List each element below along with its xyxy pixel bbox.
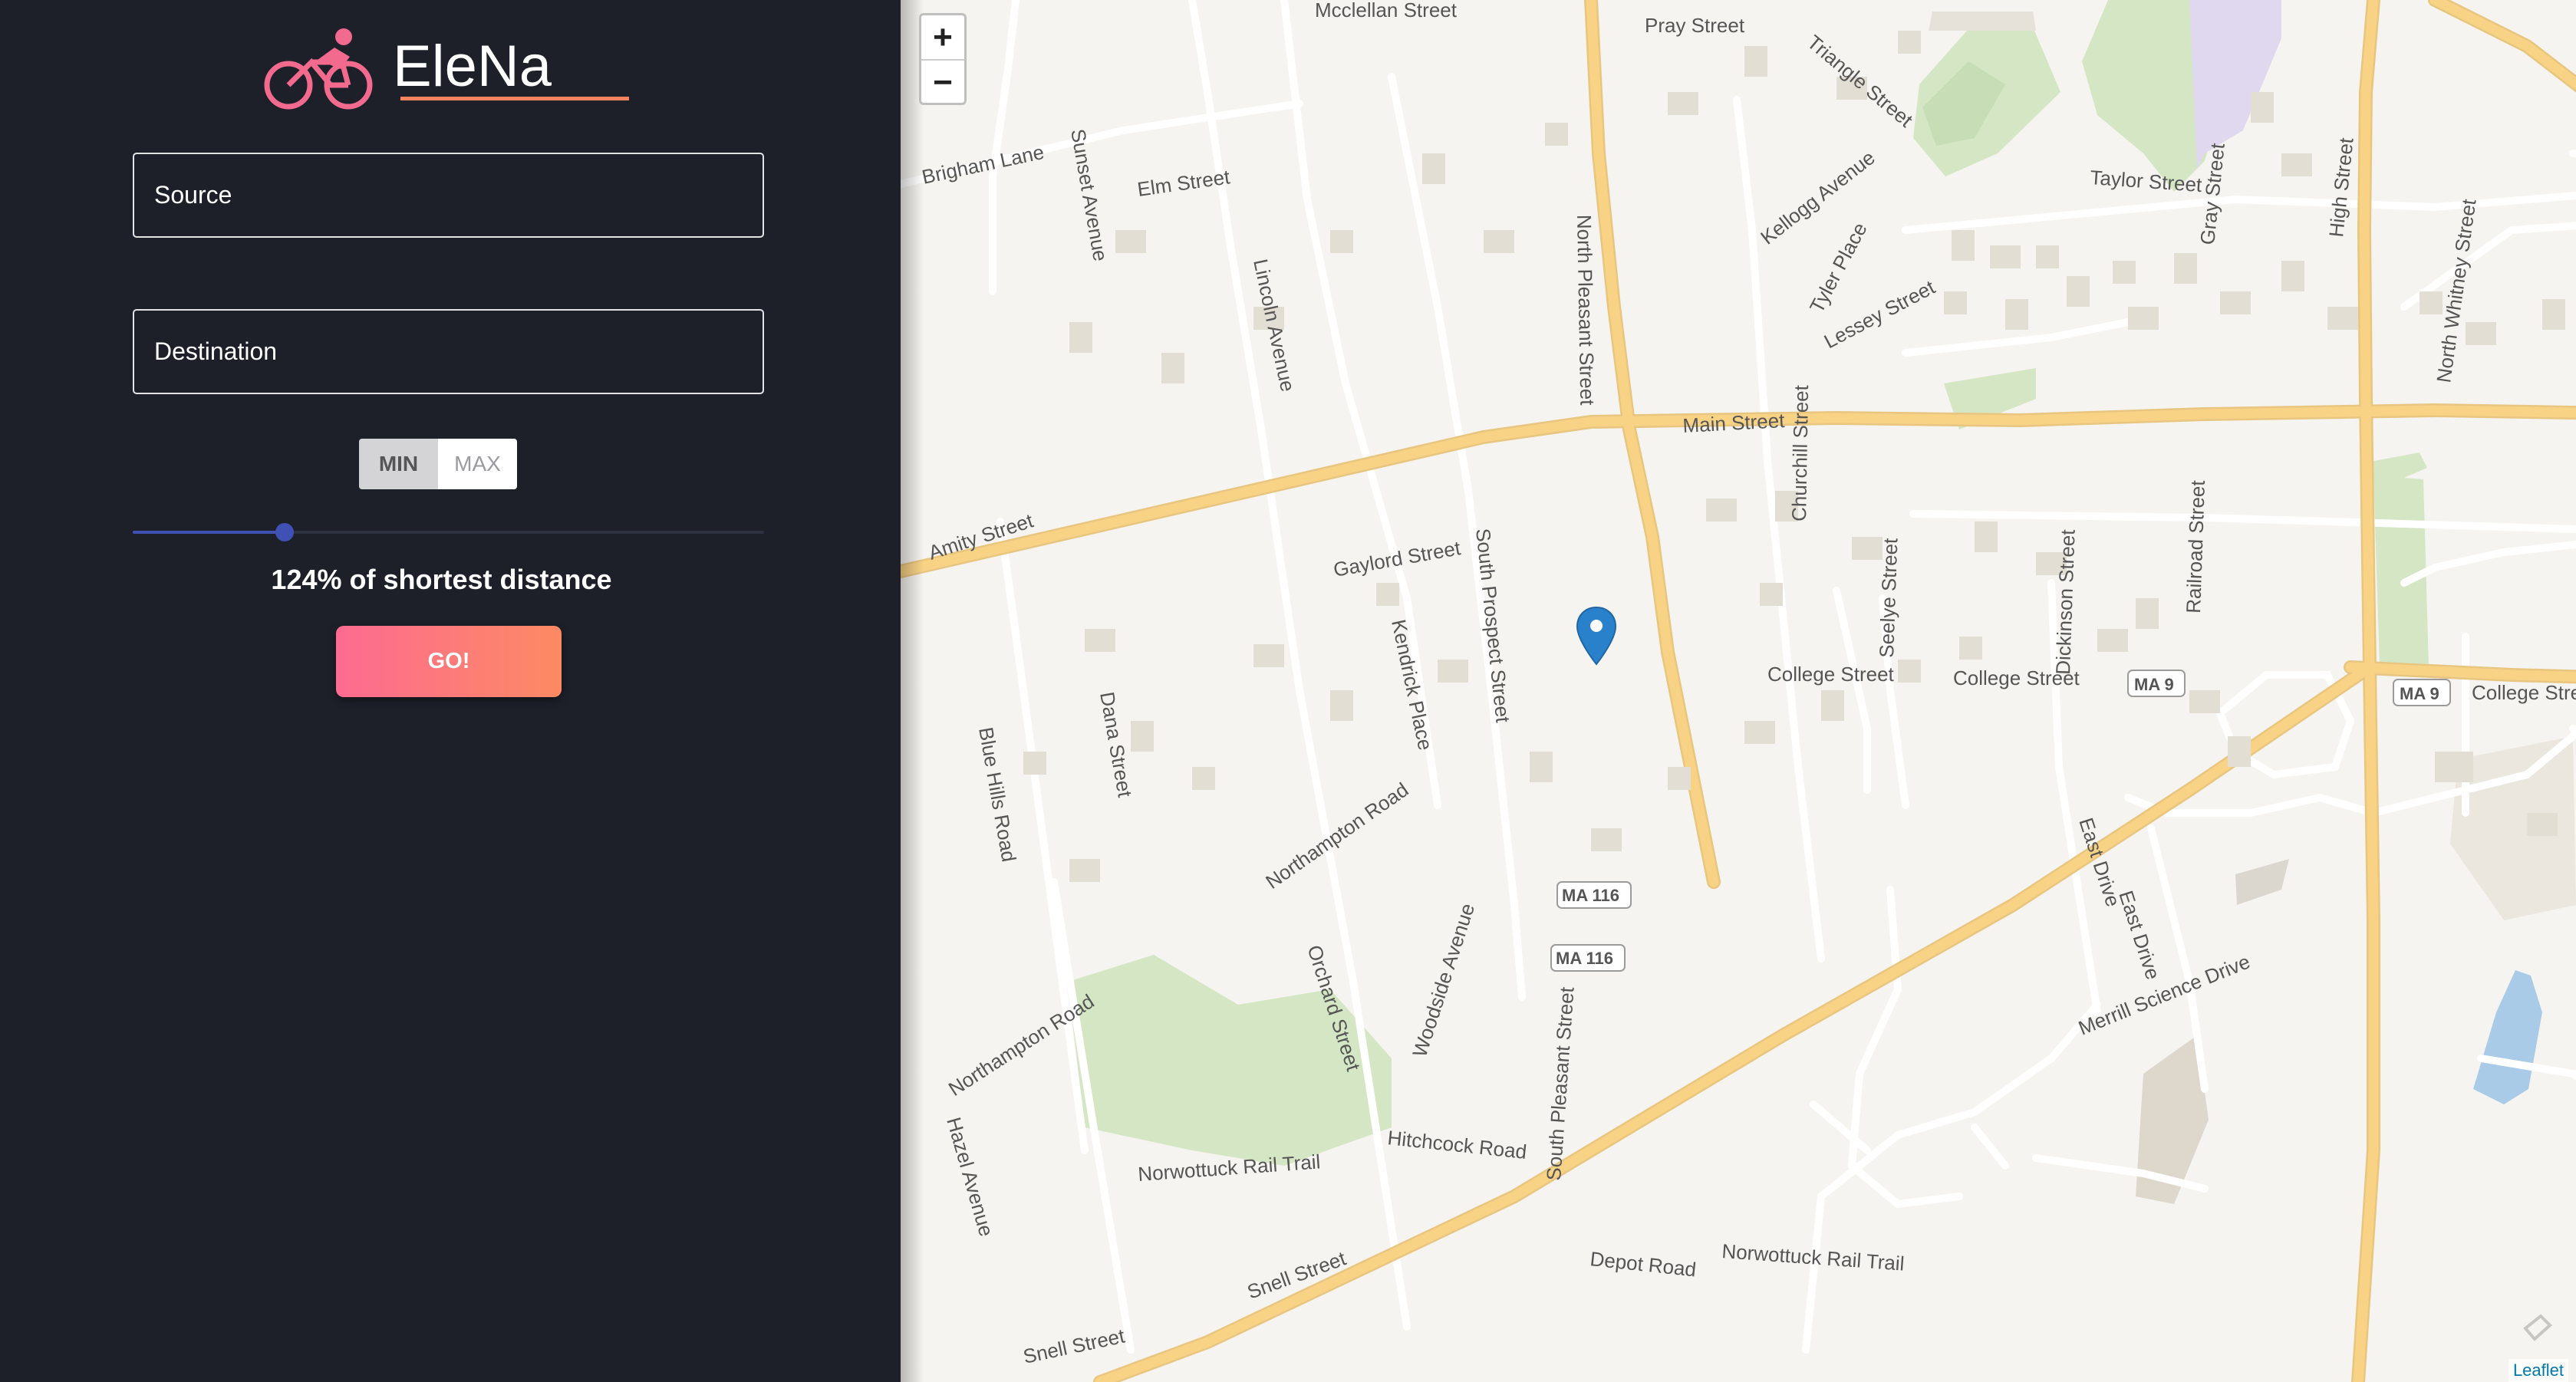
- street-label: Hitchcock Road: [1386, 1126, 1527, 1163]
- street-label: East Drive: [2114, 888, 2165, 982]
- street-label: Snell Street: [1021, 1324, 1127, 1367]
- max-toggle-button[interactable]: MAX: [438, 439, 517, 489]
- street-label: South Pleasant Street: [1542, 985, 1579, 1181]
- building: [2235, 859, 2289, 905]
- zoom-out-button[interactable]: −: [921, 61, 964, 104]
- street-label: North Pleasant Street: [1573, 215, 1599, 406]
- street-label: College Street: [1767, 663, 1895, 686]
- street-label: Brigham Lane: [920, 140, 1046, 189]
- street-label: Churchill Street: [1787, 384, 1813, 522]
- slider-fill: [133, 531, 285, 534]
- sidebar: EleNa MIN MAX 124% of shortest distance …: [0, 0, 901, 1382]
- route-shield-label: MA 116: [1562, 886, 1619, 905]
- source-input[interactable]: [133, 153, 764, 238]
- leaflet-logo-icon: [2523, 1314, 2552, 1341]
- street-label: College Street: [2472, 681, 2576, 704]
- street-label: Pray Street: [1645, 14, 1745, 37]
- street-label: Main Street: [1682, 409, 1786, 437]
- route-shield-label: MA 9: [2400, 684, 2439, 703]
- rider-head-icon: [335, 28, 352, 45]
- pond: [2473, 970, 2542, 1104]
- street-label: North Whitney Street: [2432, 197, 2480, 384]
- min-toggle-button[interactable]: MIN: [359, 439, 438, 489]
- map-attribution[interactable]: Leaflet: [2508, 1359, 2568, 1382]
- street-label: Dickinson Street: [2051, 528, 2080, 675]
- map-tiles: Mcclellan Street Pray Street Triangle St…: [901, 0, 2576, 1382]
- logo-underline: [400, 97, 629, 100]
- street-label: Tyler Place: [1805, 219, 1872, 317]
- destination-input[interactable]: [133, 309, 764, 394]
- street-label: Mcclellan Street: [1315, 0, 1458, 21]
- street-label: High Street: [2324, 136, 2358, 238]
- street-label: College Street: [1953, 666, 2080, 689]
- logo-text: EleNa: [393, 34, 552, 99]
- route-shield-label: MA 9: [2134, 675, 2174, 694]
- go-button[interactable]: GO!: [336, 626, 562, 697]
- distance-slider[interactable]: [133, 523, 764, 541]
- elena-logo: EleNa: [264, 28, 629, 110]
- elevation-toggle: MIN MAX: [359, 439, 517, 489]
- street-label: Depot Road: [1589, 1247, 1697, 1281]
- campus-area: [2189, 0, 2281, 169]
- street-label: South Prospect Street: [1471, 527, 1515, 724]
- street-label: Woodside Avenue: [1408, 900, 1479, 1060]
- street-label: Sunset Avenue: [1066, 127, 1112, 263]
- map-view[interactable]: Mcclellan Street Pray Street Triangle St…: [901, 0, 2576, 1382]
- slider-thumb[interactable]: [275, 523, 294, 541]
- zoom-control: + −: [919, 13, 967, 105]
- street-label: Kendrick Place: [1387, 617, 1437, 752]
- route-shield-label: MA 116: [1556, 949, 1613, 968]
- street-label: Railroad Street: [2182, 479, 2209, 614]
- distance-percentage-text: 124% of shortest distance: [271, 564, 612, 595]
- street-label: Hazel Avenue: [942, 1114, 998, 1239]
- map-marker-icon[interactable]: [1576, 606, 1617, 667]
- zoom-in-button[interactable]: +: [921, 15, 964, 61]
- street-label: Seelye Street: [1875, 537, 1902, 658]
- street-label: Merrill Science Drive: [2075, 949, 2253, 1039]
- building-area: [1929, 12, 2036, 31]
- street-label: Elm Street: [1136, 165, 1232, 201]
- street-label: Blue Hills Road: [974, 726, 1020, 864]
- street-label: Dana Street: [1095, 690, 1137, 800]
- bicycle-icon: [264, 58, 373, 110]
